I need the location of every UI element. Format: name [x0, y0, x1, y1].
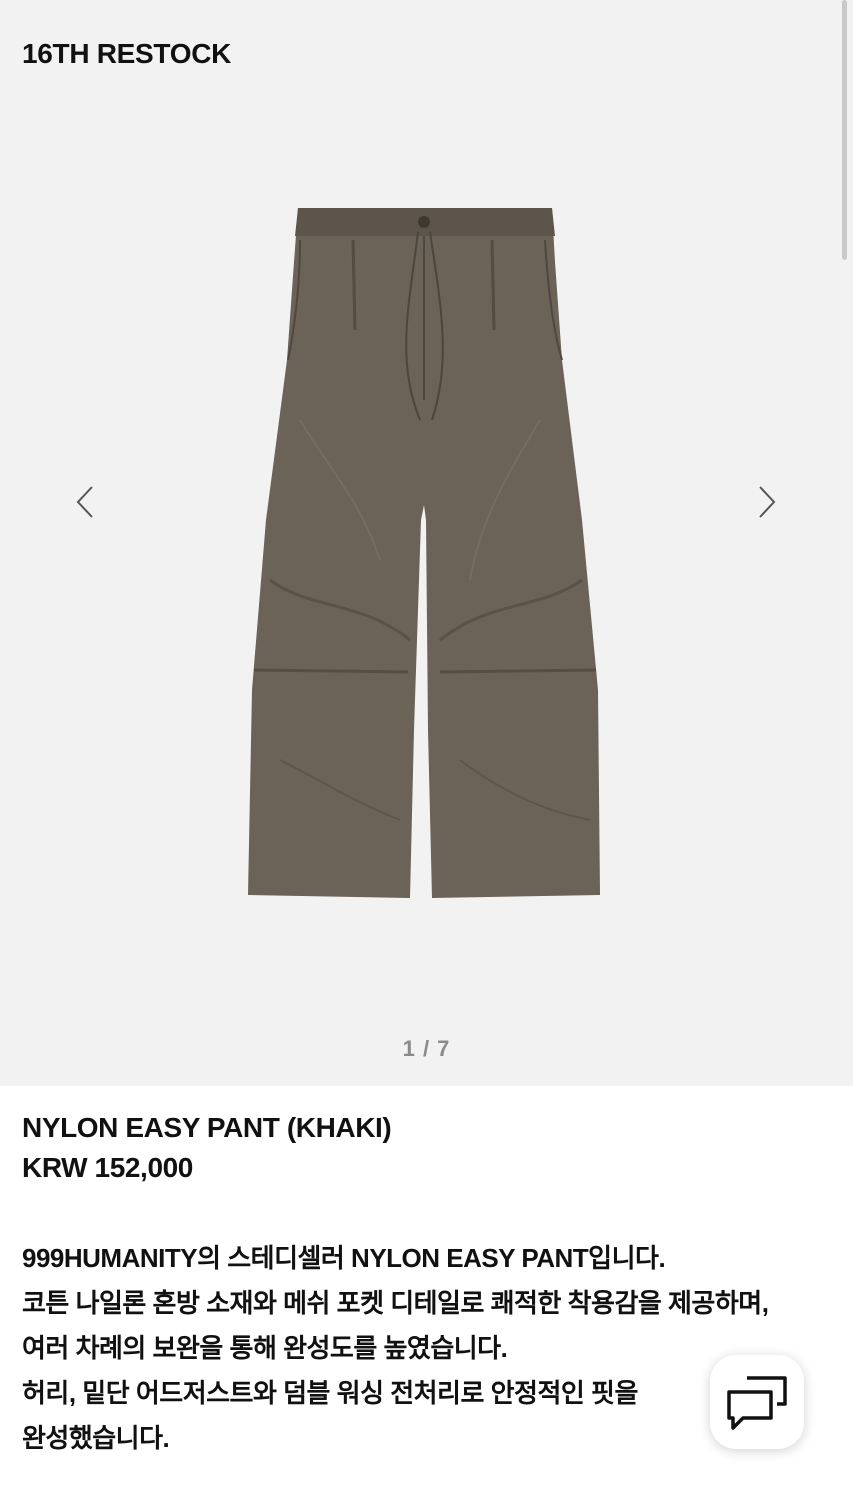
next-image-button[interactable] [752, 484, 782, 520]
previous-image-button[interactable] [70, 484, 100, 520]
description-line: 코튼 나일론 혼방 소재와 메쉬 포켓 디테일로 쾌적한 착용감을 제공하며, [22, 1288, 769, 1318]
product-info: NYLON EASY PANT (KHAKI) KRW 152,000 [22, 1108, 392, 1188]
chat-button[interactable] [710, 1355, 804, 1449]
product-name: NYLON EASY PANT (KHAKI) [22, 1112, 392, 1143]
product-gallery[interactable]: 16TH RESTOCK 1 / 7 [0, 0, 853, 1086]
scrollbar-thumb[interactable] [842, 0, 847, 260]
chat-bubbles-icon [727, 1376, 787, 1430]
product-price: KRW 152,000 [22, 1152, 193, 1183]
description-line: 999HUMANITY의 스테디셀러 NYLON EASY PANT입니다. [22, 1243, 666, 1273]
image-counter: 1 / 7 [402, 1036, 451, 1061]
product-image [248, 208, 600, 898]
restock-badge: 16TH RESTOCK [22, 38, 232, 69]
chevron-left-icon [76, 486, 93, 518]
chevron-right-icon [759, 486, 776, 518]
